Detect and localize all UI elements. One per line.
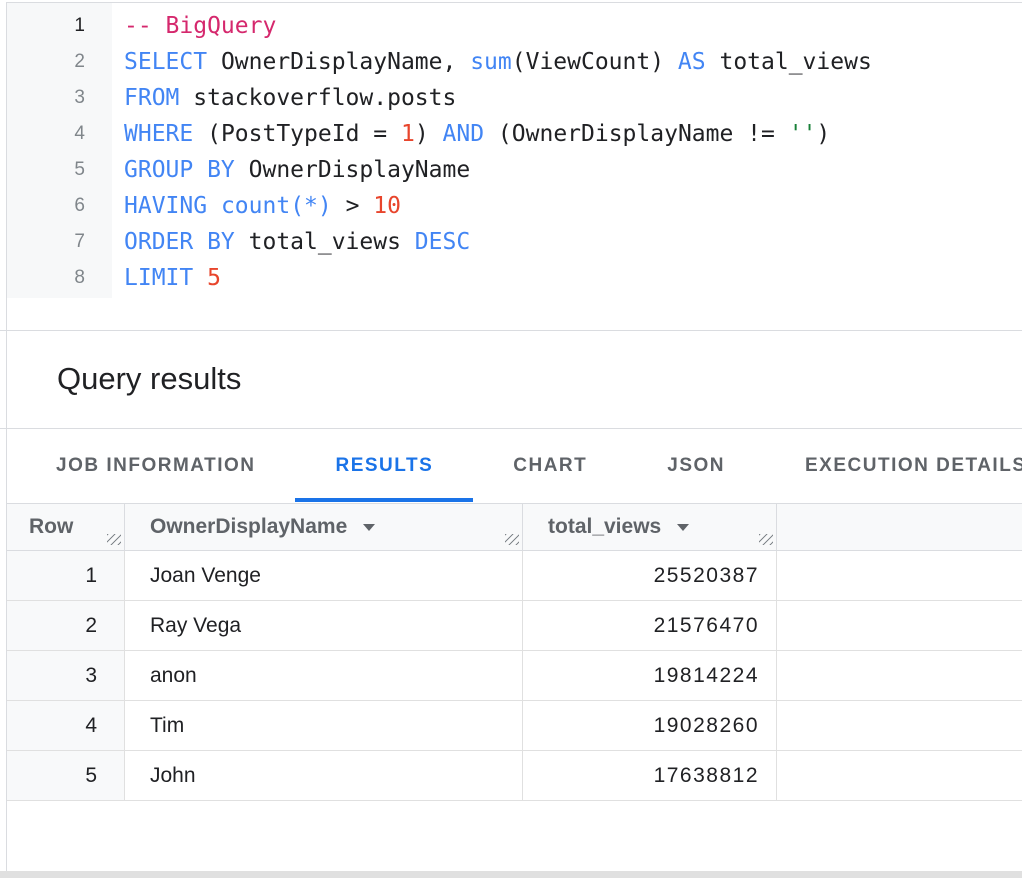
cell-total-views: 25520387: [523, 551, 777, 600]
table-header-filler: [777, 504, 1022, 550]
tab-results[interactable]: RESULTS: [295, 429, 473, 502]
table-row: 3 anon 19814224: [7, 651, 1022, 701]
code-line: 2 SELECT OwnerDisplayName, sum(ViewCount…: [7, 44, 1022, 80]
code-text: -- BigQuery: [112, 8, 276, 44]
tab-json[interactable]: JSON: [627, 429, 765, 502]
code-line: 7 ORDER BY total_views DESC: [7, 224, 1022, 260]
code-text: HAVING count(*) > 10: [112, 188, 401, 224]
code-line: 6 HAVING count(*) > 10: [7, 188, 1022, 224]
line-number: 3: [7, 80, 112, 116]
results-table: Row OwnerDisplayName total_views 1 Joan …: [7, 503, 1022, 801]
bottom-edge-bar: [0, 871, 1022, 878]
code-text: GROUP BY OwnerDisplayName: [112, 152, 470, 188]
line-number: 7: [7, 224, 112, 260]
column-header-label: total_views: [548, 515, 661, 539]
column-resize-grip-icon[interactable]: [107, 534, 121, 545]
column-dropdown-icon[interactable]: [677, 524, 689, 531]
tab-label: EXECUTION DETAILS: [805, 455, 1022, 477]
line-number: 1: [7, 8, 112, 44]
column-resize-grip-icon[interactable]: [505, 534, 519, 545]
code-text: ORDER BY total_views DESC: [112, 224, 470, 260]
sql-editor[interactable]: 1 -- BigQuery 2 SELECT OwnerDisplayName,…: [7, 3, 1022, 330]
tab-execution-details[interactable]: EXECUTION DETAILS: [765, 429, 1022, 502]
line-number: 6: [7, 188, 112, 224]
cell-owner-display-name: Tim: [125, 701, 523, 750]
cell-row-number: 5: [7, 751, 125, 800]
column-header-ownerdisplayname: OwnerDisplayName: [125, 504, 523, 550]
code-lines: 1 -- BigQuery 2 SELECT OwnerDisplayName,…: [7, 8, 1022, 296]
cell-total-views: 17638812: [523, 751, 777, 800]
cell-row-number: 2: [7, 601, 125, 650]
cell-filler: [777, 701, 1022, 750]
table-row: 5 John 17638812: [7, 751, 1022, 801]
cell-total-views: 19028260: [523, 701, 777, 750]
code-line: 8 LIMIT 5: [7, 260, 1022, 296]
page-title: Query results: [57, 331, 241, 427]
cell-filler: [777, 651, 1022, 700]
code-text: LIMIT 5: [112, 260, 221, 296]
code-text: WHERE (PostTypeId = 1) AND (OwnerDisplay…: [112, 116, 830, 152]
active-tab-underline: [295, 498, 473, 502]
code-line: 4 WHERE (PostTypeId = 1) AND (OwnerDispl…: [7, 116, 1022, 152]
line-number: 5: [7, 152, 112, 188]
code-text: FROM stackoverflow.posts: [112, 80, 456, 116]
column-header-label: Row: [29, 515, 73, 539]
code-line: 1 -- BigQuery: [7, 8, 1022, 44]
code-text: SELECT OwnerDisplayName, sum(ViewCount) …: [112, 44, 872, 80]
code-line: 5 GROUP BY OwnerDisplayName: [7, 152, 1022, 188]
table-row: 1 Joan Venge 25520387: [7, 551, 1022, 601]
cell-row-number: 4: [7, 701, 125, 750]
tab-chart[interactable]: CHART: [473, 429, 627, 502]
line-number: 8: [7, 260, 112, 296]
cell-filler: [777, 751, 1022, 800]
table-header-row: Row OwnerDisplayName total_views: [7, 503, 1022, 551]
cell-total-views: 19814224: [523, 651, 777, 700]
tab-label: JOB INFORMATION: [56, 455, 255, 477]
tab-label: JSON: [667, 455, 725, 477]
line-number: 4: [7, 116, 112, 152]
table-body: 1 Joan Venge 25520387 2 Ray Vega 2157647…: [7, 551, 1022, 801]
cell-owner-display-name: John: [125, 751, 523, 800]
column-header-label: OwnerDisplayName: [150, 515, 347, 539]
cell-owner-display-name: Ray Vega: [125, 601, 523, 650]
line-number: 2: [7, 44, 112, 80]
column-resize-grip-icon[interactable]: [759, 534, 773, 545]
cell-total-views: 21576470: [523, 601, 777, 650]
tab-job-information[interactable]: JOB INFORMATION: [16, 429, 295, 502]
code-line: 3 FROM stackoverflow.posts: [7, 80, 1022, 116]
column-header-row: Row: [7, 504, 125, 550]
tab-label: CHART: [513, 455, 587, 477]
tab-bar: JOB INFORMATION RESULTS CHART JSON EXECU…: [16, 429, 1022, 502]
cell-owner-display-name: anon: [125, 651, 523, 700]
column-header-total-views: total_views: [523, 504, 777, 550]
cell-filler: [777, 601, 1022, 650]
cell-owner-display-name: Joan Venge: [125, 551, 523, 600]
tab-label: RESULTS: [335, 455, 433, 477]
table-row: 2 Ray Vega 21576470: [7, 601, 1022, 651]
cell-row-number: 3: [7, 651, 125, 700]
table-row: 4 Tim 19028260: [7, 701, 1022, 751]
cell-filler: [777, 551, 1022, 600]
column-dropdown-icon[interactable]: [363, 524, 375, 531]
cell-row-number: 1: [7, 551, 125, 600]
